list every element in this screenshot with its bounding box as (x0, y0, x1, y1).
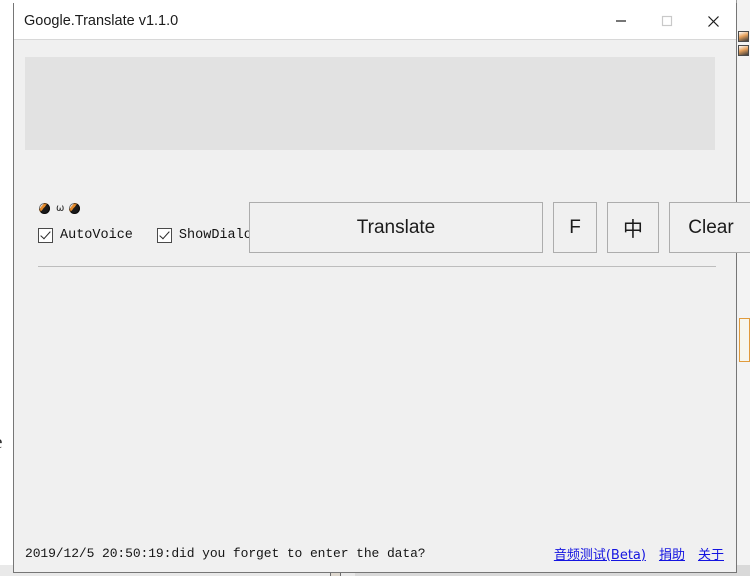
speaker-icon[interactable] (69, 203, 81, 214)
maximize-button[interactable] (644, 3, 690, 39)
audio-indicator-row: ω (39, 202, 81, 214)
maximize-icon (661, 15, 673, 27)
checkbox-autovoice-label: AutoVoice (60, 228, 133, 243)
minimize-button[interactable] (598, 3, 644, 39)
checkmark-icon[interactable] (38, 228, 53, 243)
sound-wave-icon: ω (56, 202, 64, 214)
background-clipped-text: e (0, 432, 2, 454)
about-link[interactable]: 关于 (698, 544, 724, 563)
section-divider (38, 266, 716, 267)
window-title: Google.Translate v1.1.0 (24, 13, 179, 29)
background-app-icon[interactable] (738, 31, 749, 42)
close-button[interactable] (690, 3, 736, 39)
close-icon (707, 15, 719, 27)
background-right-panel (736, 0, 750, 576)
screen: e Google.Translate v1.1.0 (0, 0, 750, 576)
speaker-icon[interactable] (39, 203, 50, 214)
audio-test-link[interactable]: 音频测试(Beta) (554, 544, 646, 563)
window-content: ω AutoVoice ShowDialog Translate F 中 Cle… (14, 40, 750, 572)
checkbox-autovoice[interactable]: AutoVoice (38, 228, 133, 243)
checkbox-showdialog[interactable]: ShowDialog (156, 228, 260, 243)
application-window: Google.Translate v1.1.0 ω AutoVoice Show… (13, 3, 750, 573)
chinese-language-button[interactable]: 中 (607, 202, 659, 253)
background-highlight-box (739, 318, 750, 362)
checkbox-showdialog-label: ShowDialog (178, 228, 260, 243)
minimize-icon (616, 20, 626, 22)
title-bar[interactable]: Google.Translate v1.1.0 (14, 3, 736, 40)
font-button[interactable]: F (553, 202, 597, 253)
donate-link[interactable]: 捐助 (659, 544, 685, 563)
window-controls (598, 3, 736, 39)
background-app-icon[interactable] (738, 45, 749, 56)
options-row: AutoVoice ShowDialog (38, 228, 260, 243)
clear-button[interactable]: Clear (669, 202, 750, 253)
source-text-input[interactable] (25, 57, 715, 150)
action-button-row: Translate F 中 Clear (249, 202, 750, 253)
checkmark-icon[interactable] (156, 228, 172, 243)
status-link-group: 音频测试(Beta) 捐助 关于 (554, 544, 724, 563)
translate-button[interactable]: Translate (249, 202, 543, 253)
status-message: 2019/12/5 20:50:19:did you forget to ent… (25, 545, 426, 561)
status-bar: 2019/12/5 20:50:19:did you forget to ent… (14, 534, 736, 572)
